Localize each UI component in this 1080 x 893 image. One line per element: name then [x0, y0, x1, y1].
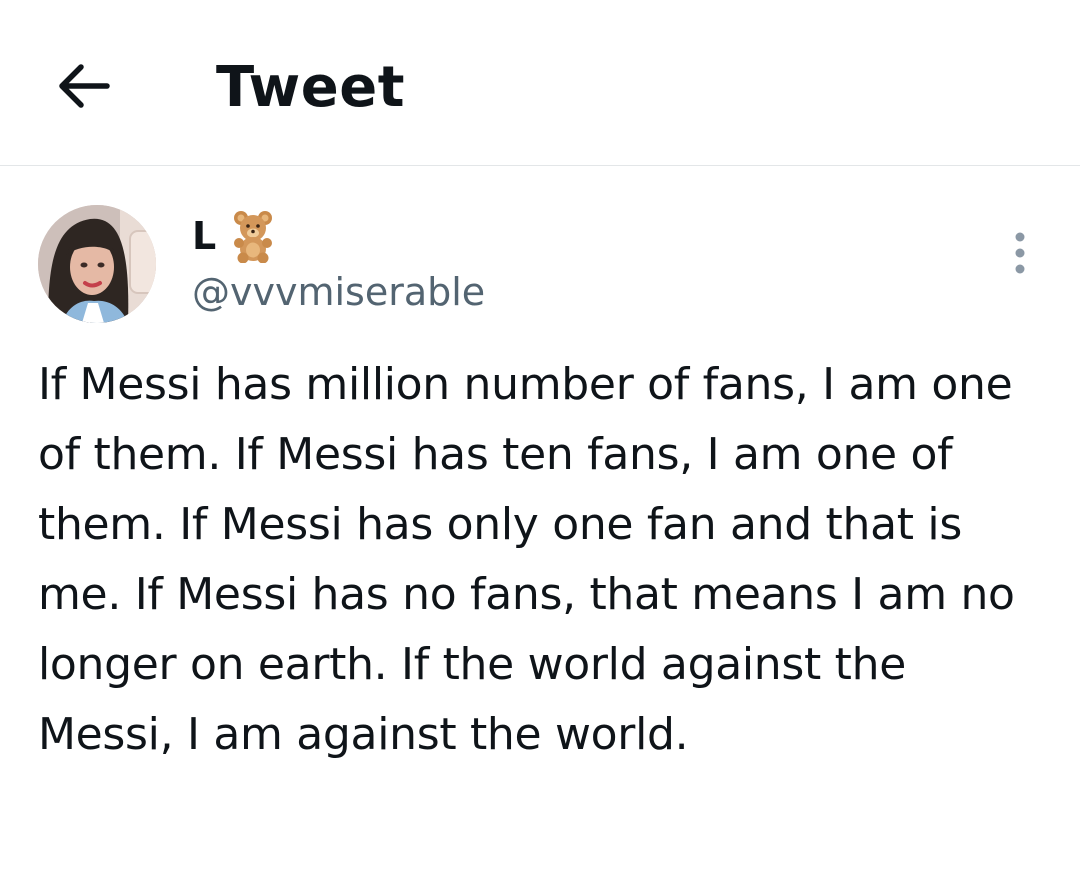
user-handle[interactable]: @vvvmiserable: [192, 264, 485, 320]
vertical-ellipsis-icon: [1015, 232, 1025, 274]
display-name: L: [192, 214, 217, 258]
tweet-text: If Messi has million number of fans, I a…: [38, 359, 1015, 760]
avatar[interactable]: [38, 205, 156, 323]
top-app-bar: Tweet: [0, 0, 1080, 166]
back-button[interactable]: [52, 54, 116, 118]
more-options-button[interactable]: [996, 226, 1044, 280]
page-title: Tweet: [216, 55, 406, 120]
profile-photo: [38, 205, 156, 323]
author-name-row[interactable]: L: [192, 208, 276, 264]
teddy-bear-icon: [230, 209, 276, 264]
arrow-left-icon: [59, 64, 110, 108]
